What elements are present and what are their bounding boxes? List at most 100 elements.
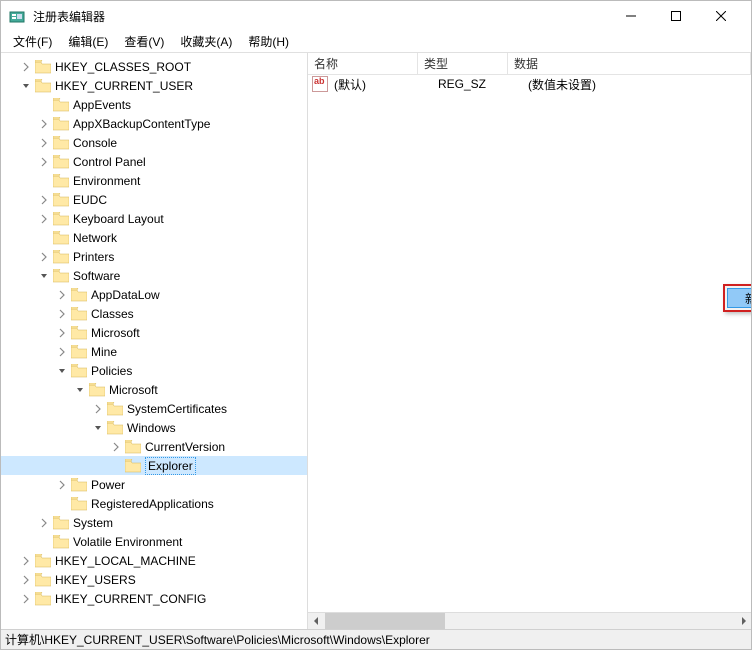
menu-file[interactable]: 文件(F): [5, 31, 60, 52]
tree-item-selected[interactable]: Explorer: [1, 456, 307, 475]
tree-item[interactable]: Power: [1, 475, 307, 494]
chevron-right-icon[interactable]: [109, 440, 123, 454]
chevron-right-icon[interactable]: [55, 478, 69, 492]
tree-item[interactable]: Keyboard Layout: [1, 209, 307, 228]
folder-icon: [53, 193, 69, 207]
col-type[interactable]: 类型: [418, 53, 508, 74]
minimize-button[interactable]: [608, 1, 653, 31]
tree-item[interactable]: Environment: [1, 171, 307, 190]
tree-item[interactable]: Mine: [1, 342, 307, 361]
chevron-right-icon[interactable]: [55, 288, 69, 302]
folder-icon: [89, 383, 105, 397]
chevron-right-icon[interactable]: [55, 345, 69, 359]
folder-icon: [71, 497, 87, 511]
tree-item[interactable]: Policies: [1, 361, 307, 380]
chevron-right-icon[interactable]: [91, 402, 105, 416]
tree-item[interactable]: Classes: [1, 304, 307, 323]
chevron-right-icon[interactable]: [37, 155, 51, 169]
tree-item[interactable]: Microsoft: [1, 380, 307, 399]
tree-label: Network: [73, 231, 117, 245]
menu-favorites[interactable]: 收藏夹(A): [172, 31, 240, 52]
tree-label: EUDC: [73, 193, 107, 207]
folder-icon: [53, 174, 69, 188]
tree-item[interactable]: HKEY_CURRENT_CONFIG: [1, 589, 307, 608]
tree-item[interactable]: Volatile Environment: [1, 532, 307, 551]
list-header: 名称 类型 数据: [308, 53, 751, 75]
chevron-right-icon[interactable]: [19, 573, 33, 587]
col-data[interactable]: 数据: [508, 53, 751, 74]
tree-label: Windows: [127, 421, 176, 435]
tree-item[interactable]: HKEY_USERS: [1, 570, 307, 589]
tree-label: HKEY_CLASSES_ROOT: [55, 60, 191, 74]
tree-item[interactable]: AppDataLow: [1, 285, 307, 304]
chevron-right-icon[interactable]: [19, 60, 33, 74]
tree-label: Power: [91, 478, 125, 492]
value-data: (数值未设置): [526, 76, 751, 93]
chevron-right-icon[interactable]: [37, 193, 51, 207]
close-button[interactable]: [698, 1, 743, 31]
tree-item[interactable]: Software: [1, 266, 307, 285]
folder-icon: [35, 554, 51, 568]
tree-item[interactable]: EUDC: [1, 190, 307, 209]
folder-icon: [35, 60, 51, 74]
folder-icon: [71, 478, 87, 492]
tree-label: Software: [73, 269, 120, 283]
scroll-track[interactable]: [325, 613, 734, 630]
value-type: REG_SZ: [436, 77, 526, 91]
scroll-thumb[interactable]: [325, 613, 445, 630]
tree-item[interactable]: Console: [1, 133, 307, 152]
chevron-right-icon[interactable]: [37, 516, 51, 530]
chevron-right-icon[interactable]: [19, 554, 33, 568]
chevron-down-icon[interactable]: [55, 364, 69, 378]
folder-icon: [53, 231, 69, 245]
tree-item[interactable]: CurrentVersion: [1, 437, 307, 456]
tree-item[interactable]: AppEvents: [1, 95, 307, 114]
folder-icon: [53, 250, 69, 264]
chevron-right-icon[interactable]: [55, 307, 69, 321]
tree-item[interactable]: Printers: [1, 247, 307, 266]
chevron-down-icon[interactable]: [37, 269, 51, 283]
chevron-down-icon[interactable]: [19, 79, 33, 93]
folder-icon: [71, 307, 87, 321]
folder-icon: [35, 573, 51, 587]
chevron-right-icon[interactable]: [37, 117, 51, 131]
horizontal-scrollbar[interactable]: [308, 612, 751, 629]
folder-icon: [35, 592, 51, 606]
tree-label: SystemCertificates: [127, 402, 227, 416]
tree-item[interactable]: HKEY_LOCAL_MACHINE: [1, 551, 307, 570]
chevron-right-icon[interactable]: [37, 212, 51, 226]
tree-item[interactable]: SystemCertificates: [1, 399, 307, 418]
tree-item[interactable]: AppXBackupContentType: [1, 114, 307, 133]
col-name[interactable]: 名称: [308, 53, 418, 74]
list-body[interactable]: (默认) REG_SZ (数值未设置) 新建(N) 项(K) 字符串值(S) 二…: [308, 75, 751, 612]
tree-item[interactable]: RegisteredApplications: [1, 494, 307, 513]
registry-tree[interactable]: 计算机HKEY_CLASSES_ROOTHKEY_CURRENT_USERApp…: [1, 53, 308, 629]
tree-item[interactable]: Control Panel: [1, 152, 307, 171]
chevron-right-icon[interactable]: [37, 250, 51, 264]
chevron-right-icon[interactable]: [37, 136, 51, 150]
tree-label: Explorer: [145, 459, 196, 473]
chevron-down-icon[interactable]: [91, 421, 105, 435]
chevron-right-icon[interactable]: [19, 592, 33, 606]
tree-label: Keyboard Layout: [73, 212, 164, 226]
menu-view[interactable]: 查看(V): [116, 31, 172, 52]
tree-item[interactable]: HKEY_CURRENT_USER: [1, 76, 307, 95]
tree-item[interactable]: System: [1, 513, 307, 532]
tree-item[interactable]: Windows: [1, 418, 307, 437]
scroll-left-button[interactable]: [308, 613, 325, 630]
maximize-button[interactable]: [653, 1, 698, 31]
tree-label: CurrentVersion: [145, 440, 225, 454]
chevron-none: [37, 231, 51, 245]
folder-icon: [53, 136, 69, 150]
tree-item[interactable]: Network: [1, 228, 307, 247]
list-row[interactable]: (默认) REG_SZ (数值未设置): [308, 75, 751, 93]
chevron-down-icon[interactable]: [73, 383, 87, 397]
chevron-right-icon[interactable]: [55, 326, 69, 340]
menu-help[interactable]: 帮助(H): [240, 31, 297, 52]
ctx-new[interactable]: 新建(N): [727, 288, 751, 308]
tree-label: Mine: [91, 345, 117, 359]
tree-item[interactable]: HKEY_CLASSES_ROOT: [1, 57, 307, 76]
menu-edit[interactable]: 编辑(E): [60, 31, 116, 52]
scroll-right-button[interactable]: [734, 613, 751, 630]
tree-item[interactable]: Microsoft: [1, 323, 307, 342]
